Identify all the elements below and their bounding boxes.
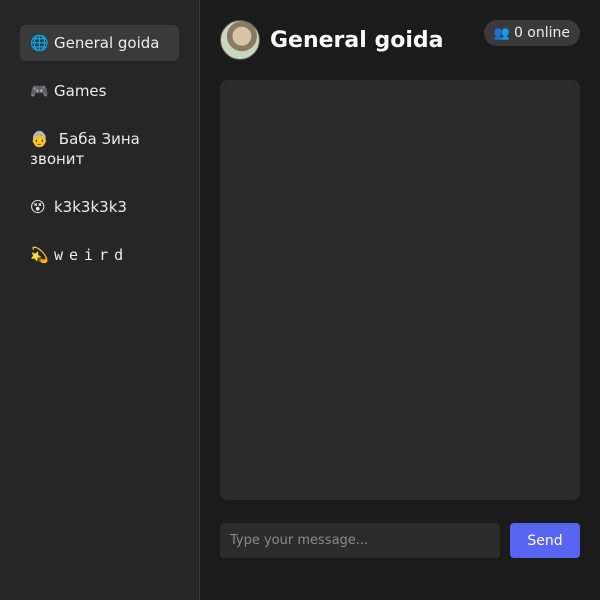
room-item-baba-zina[interactable]: 👵 Баба Зина звонит — [20, 121, 179, 177]
send-button[interactable]: Send — [510, 523, 580, 558]
room-label: Games — [54, 82, 107, 100]
room-item-games[interactable]: 🎮 Games — [20, 73, 179, 109]
gamepad-icon: 🎮 — [30, 82, 49, 100]
online-count-badge: 👥 0 online — [483, 20, 580, 46]
room-avatar[interactable] — [220, 20, 260, 60]
globe-icon: 🌐 — [30, 34, 49, 52]
room-label: weird — [54, 246, 130, 264]
room-item-k3k3k3k3[interactable]: 😵 k3k3k3k3 — [20, 189, 179, 225]
chat-header: General goida 👥 0 online — [220, 20, 580, 60]
grandma-icon: 👵 — [30, 130, 49, 148]
message-input[interactable] — [220, 523, 500, 558]
message-composer: Send — [220, 523, 580, 558]
room-label: General goida — [54, 34, 160, 52]
users-icon: 👥 — [493, 25, 510, 41]
chat-main: General goida 👥 0 online Send — [200, 0, 600, 600]
dizzy-star-icon: 💫 — [30, 246, 49, 264]
room-item-weird[interactable]: 💫 weird — [20, 237, 179, 273]
online-count-label: 0 online — [513, 25, 570, 41]
room-sidebar: 🌐 General goida 🎮 Games 👵 Баба Зина звон… — [0, 0, 200, 600]
dizzy-face-icon: 😵 — [30, 198, 46, 216]
page-title: General goida — [270, 27, 444, 53]
room-item-general-goida[interactable]: 🌐 General goida — [20, 25, 179, 61]
room-label: k3k3k3k3 — [54, 198, 127, 216]
message-list[interactable] — [220, 80, 580, 500]
